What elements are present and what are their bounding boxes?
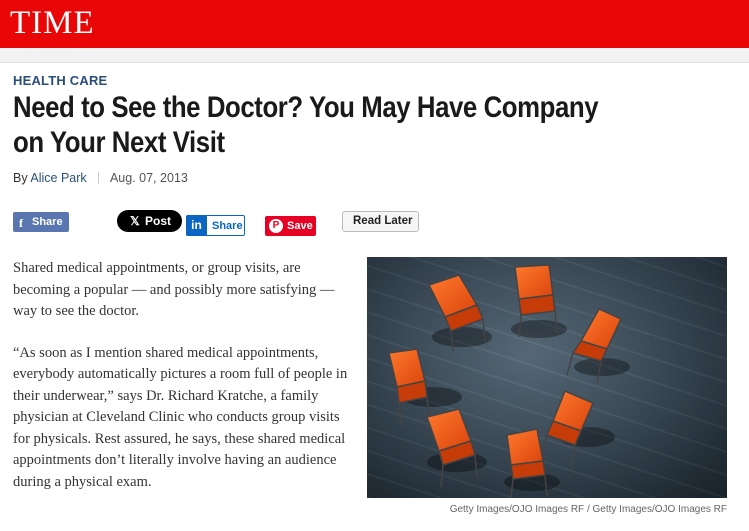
share-toolbar: f Share 𝕏 Post in Share P Save Read Late… [0,210,749,240]
chairs-circle-illustration [388,264,630,498]
time-logo[interactable]: TIME [10,5,95,41]
linkedin-icon: in [186,215,207,236]
publish-date: Aug. 07, 2013 [109,171,188,185]
author-link[interactable]: Alice Park [30,171,86,185]
article-body: Shared medical appointments, or group vi… [13,258,348,513]
paragraph: “As soon as I mention shared medical app… [13,344,348,490]
read-later-label: Read Later [353,215,413,227]
linkedin-share-label: Share [212,220,243,232]
linkedin-share-button[interactable]: in Share [186,215,245,236]
x-icon: 𝕏 [130,214,140,228]
x-post-label: Post [145,214,172,228]
pinterest-save-label: Save [287,220,313,232]
article-headline: Need to See the Doctor? You May Have Com… [13,91,599,159]
chair [388,348,430,426]
byline: By Alice Park Aug. 07, 2013 [13,171,188,185]
facebook-share-label: Share [32,216,63,228]
site-header: TIME [0,0,749,48]
article-photo [367,257,727,498]
facebook-share-button[interactable]: f Share [13,212,69,232]
paragraph: Shared medical appointments, or group vi… [13,260,335,319]
x-post-button[interactable]: 𝕏 Post [117,210,182,232]
facebook-icon: f [19,216,23,230]
byline-divider [98,172,100,184]
byline-prefix: By [13,171,28,185]
section-label[interactable]: HEALTH CARE [13,73,107,88]
pinterest-icon: P [269,219,283,233]
pinterest-save-button[interactable]: P Save [265,216,316,236]
read-later-button[interactable]: Read Later [342,211,419,232]
chair [426,408,478,488]
photo-credit: Getty Images/OJO Images RF / Getty Image… [449,504,727,515]
nav-subbar [0,48,749,63]
